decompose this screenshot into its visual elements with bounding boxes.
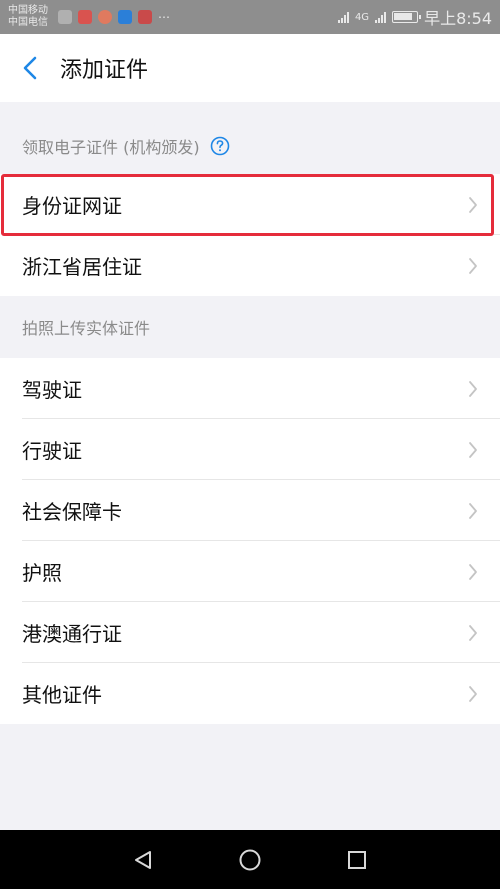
mail-icon [78,10,92,24]
chevron-right-icon [469,564,477,580]
section-title-upload: 拍照上传实体证件 [22,319,151,338]
signal-icon-2 [375,11,387,23]
section-title-official: 领取电子证件 (机构颁发) [22,138,200,157]
nav-bar: 添加证件 [0,34,500,102]
list-item-other-documents[interactable]: 其他证件 [0,663,500,724]
list-item-driver-license[interactable]: 驾驶证 [0,358,500,419]
list-item-label: 浙江省居住证 [22,255,142,279]
chevron-right-icon [469,503,477,519]
chevron-right-icon [469,686,477,702]
list-item-label: 行驶证 [22,439,82,463]
status-right: 4G 早上8:54 [337,5,492,29]
list-item-hk-macau-permit[interactable]: 港澳通行证 [0,602,500,663]
clock: 早上8:54 [424,9,492,28]
news-icon [138,10,152,24]
list-item-vehicle-license[interactable]: 行驶证 [0,419,500,480]
battery-icon [392,11,422,23]
recent-apps-square-icon[interactable] [346,849,368,871]
zhihu-icon [118,10,132,24]
list-item-label: 身份证网证 [22,194,122,218]
network-type: 4G [354,11,370,23]
carrier-info: 中国移动 中国电信 [8,5,48,29]
chevron-right-icon [469,381,477,397]
page-title: 添加证件 [60,58,149,83]
list-item-passport[interactable]: 护照 [0,541,500,602]
chevron-right-icon [469,258,477,274]
chevron-right-icon [469,625,477,641]
status-bar: 中国移动 中国电信 ⋯ 4G 早上8:54 [0,0,500,34]
section-header-upload: 拍照上传实体证件 [0,296,500,358]
list-item-label: 港澳通行证 [22,622,122,646]
home-circle-icon[interactable] [238,848,262,872]
list-item-label: 护照 [22,561,62,585]
list-item-zhejiang-residence[interactable]: 浙江省居住证 [0,235,500,296]
back-button[interactable] [0,34,60,102]
more-notifications-icon: ⋯ [158,10,170,24]
carrier-top: 中国移动 [8,5,48,16]
list-item-label: 其他证件 [22,683,102,707]
signal-icon [337,11,349,23]
sim-icon [58,10,72,24]
chevron-right-icon [469,197,477,213]
notification-icons: ⋯ [58,10,170,24]
chevron-right-icon [469,442,477,458]
list-item-id-card-eid[interactable]: 身份证网证 [0,174,500,235]
section-header-official: 领取电子证件 (机构颁发) [0,110,500,182]
list-item-label: 驾驶证 [22,378,82,402]
list-item-label: 社会保障卡 [22,500,122,524]
help-icon[interactable] [210,136,230,156]
list-item-social-security-card[interactable]: 社会保障卡 [0,480,500,541]
chevron-left-icon [23,56,37,80]
back-triangle-icon[interactable] [132,849,154,871]
weibo-icon [98,10,112,24]
system-navigation-bar [0,830,500,889]
carrier-bottom: 中国电信 [8,17,48,28]
